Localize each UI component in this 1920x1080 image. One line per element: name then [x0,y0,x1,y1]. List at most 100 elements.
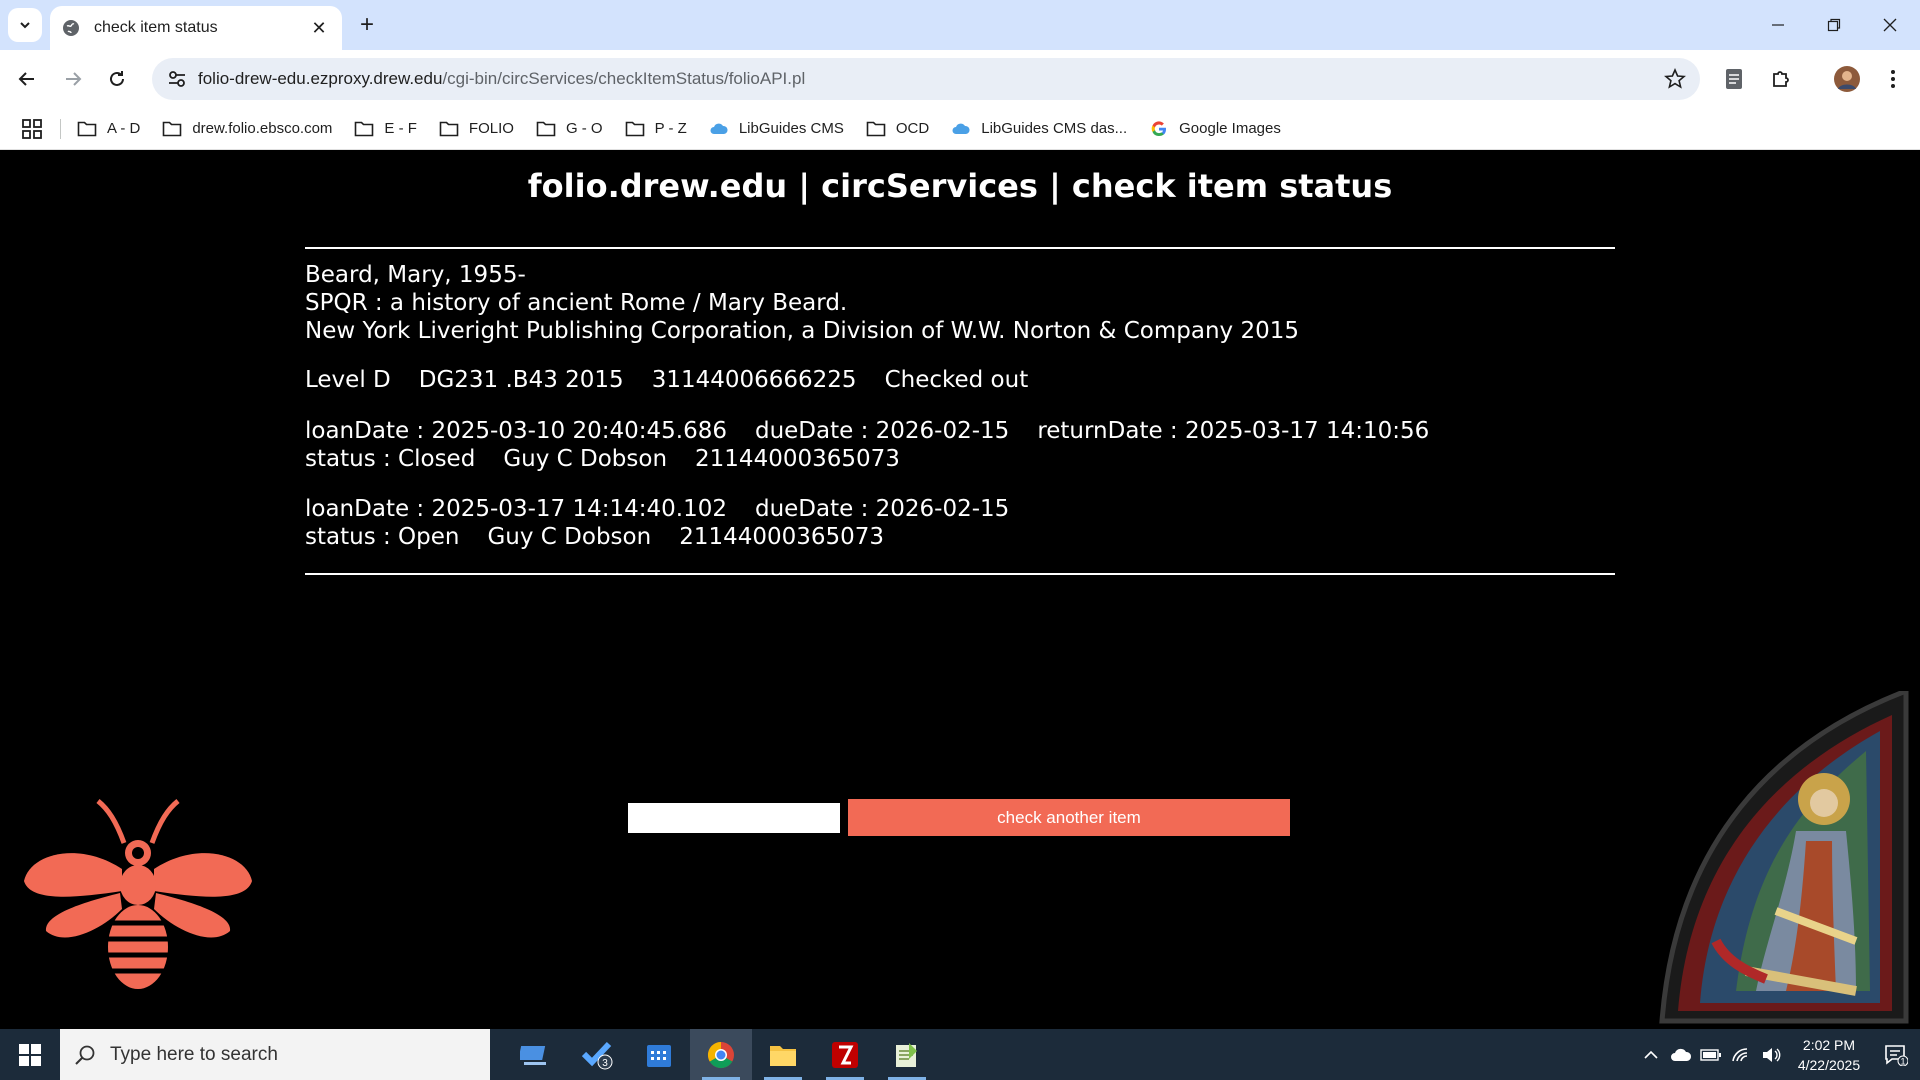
check-another-item-button[interactable]: check another item [848,799,1290,836]
tab-title: check item status [94,19,218,36]
bookmark-item[interactable]: OCD [866,120,929,138]
browser-toolbar: folio-drew-edu.ezproxy.drew.edu/cgi-bin/… [0,50,1920,108]
notification-icon: 1 [1885,1044,1908,1066]
item-call-number: DG231 .B43 2015 [418,367,624,393]
site-settings-icon[interactable] [166,68,188,90]
folder-app-icon [770,1045,796,1066]
loan-record-2: loanDate : 2025-03-17 14:14:40.102 dueDat… [305,495,1009,551]
network-tray-icon[interactable] [1726,1029,1756,1080]
loan-date: loanDate : 2025-03-17 14:14:40.102 [305,496,727,522]
taskbar-search-placeholder: Type here to search [110,1043,278,1065]
bookmark-star-icon[interactable] [1664,68,1686,90]
restore-button[interactable] [1806,0,1862,50]
folder-icon [439,120,459,138]
patron-barcode: 21144000365073 [679,524,885,550]
address-bar[interactable]: folio-drew-edu.ezproxy.drew.edu/cgi-bin/… [152,58,1700,100]
taskbar-app-chrome[interactable] [690,1029,752,1080]
folder-icon [162,120,182,138]
record-title: SPQR : a history of ancient Rome / Mary … [305,290,848,316]
bookmarks-separator [60,118,61,139]
bookmark-item[interactable]: P - Z [625,120,687,138]
bookmark-label: P - Z [654,120,687,137]
chrome-icon [707,1041,734,1068]
due-date: dueDate : 2026-02-15 [754,418,1010,444]
notification-center-button[interactable]: 1 [1872,1029,1920,1080]
search-icon [75,1045,95,1065]
puzzle-icon [1773,71,1789,87]
item-barcode-input[interactable] [626,800,842,835]
url-text[interactable]: folio-drew-edu.ezproxy.drew.edu/cgi-bin/… [198,69,1664,89]
bookmark-item[interactable]: A - D [77,120,140,138]
document-icon [1726,69,1742,89]
tab-close-icon[interactable]: ✕ [308,17,330,39]
tab-strip: check item status ✕ + [0,0,1920,50]
item-details: Level D DG231 .B43 2015 31144006666225 Chec… [305,366,1028,394]
close-icon [1883,18,1897,32]
calendar-icon [647,1044,671,1067]
volume-tray-icon[interactable] [1756,1029,1786,1080]
arrow-right-icon [66,72,82,86]
tab-search-button[interactable] [8,8,42,42]
battery-tray-icon[interactable] [1696,1029,1726,1080]
patron-name: Guy C Dobson [487,524,652,550]
battery-icon [1700,1048,1721,1061]
reading-mode-button[interactable] [1717,62,1751,96]
system-tray: 2:02 PM 4/22/2025 1 [1636,1029,1920,1080]
minimize-button[interactable] [1750,0,1806,50]
taskbar-app-file-explorer[interactable] [752,1029,814,1080]
close-window-button[interactable] [1862,0,1918,50]
taskbar-search-box[interactable]: Type here to search [60,1029,490,1080]
bookmark-item[interactable]: drew.folio.ebsco.com [162,120,332,138]
browser-menu-button[interactable] [1876,62,1910,96]
extensions-button[interactable] [1764,62,1798,96]
back-button[interactable] [10,62,44,96]
loan-record-1: loanDate : 2025-03-10 20:40:45.686 dueDat… [305,417,1429,473]
record-author: Beard, Mary, 1955- [305,262,526,288]
bookmark-item[interactable]: E - F [354,120,417,138]
browser-tab-active[interactable]: check item status ✕ [50,6,342,50]
terminal-app-icon [520,1045,546,1065]
patron-name: Guy C Dobson [503,446,668,472]
bookmark-item[interactable]: LibGuides CMS [709,120,844,138]
notification-badge: 1 [1900,1056,1905,1066]
bookmark-item[interactable]: FOLIO [439,120,514,138]
page-title: folio.drew.edu | circServices | check it… [527,167,1393,205]
divider-top [305,247,1615,249]
show-hidden-icons-button[interactable] [1636,1029,1666,1080]
loan-status: status : Open [305,524,460,550]
item-status: Checked out [884,367,1029,393]
apps-grid-icon[interactable] [20,117,44,141]
chevron-down-icon [20,22,30,29]
bookmark-item[interactable]: LibGuides CMS das... [951,120,1127,138]
bookmark-label: FOLIO [468,120,514,137]
onedrive-tray-icon[interactable] [1666,1029,1696,1080]
profile-avatar[interactable] [1830,62,1864,96]
start-button[interactable] [0,1029,60,1080]
taskbar-app-notepad[interactable] [876,1029,938,1080]
folder-icon [77,120,97,138]
bee-logo-icon [24,799,252,989]
forward-button[interactable] [56,62,90,96]
restore-icon [1827,18,1841,32]
taskbar-app-tasks[interactable]: 3 [566,1029,628,1080]
taskbar-app-filezilla[interactable] [814,1029,876,1080]
taskbar-clock[interactable]: 2:02 PM 4/22/2025 [1786,1035,1872,1075]
reload-icon [110,71,124,86]
url-path: /cgi-bin/circServices/checkItemStatus/fo… [442,69,806,88]
avatar-icon [1834,66,1860,92]
windows-taskbar: Type here to search 3 2:02 PM 4/22/2025 [0,1029,1920,1080]
bib-record: Beard, Mary, 1955- SPQR : a history of a… [305,261,1299,345]
bookmark-label: G - O [565,120,603,137]
taskbar-app-calendar[interactable] [628,1029,690,1080]
wifi-icon [1732,1047,1748,1061]
folder-icon [625,120,645,138]
minimize-icon [1772,24,1784,26]
loan-date: loanDate : 2025-03-10 20:40:45.686 [305,418,727,444]
item-location: Level D [305,367,391,393]
taskbar-app-terminal[interactable] [504,1029,566,1080]
reload-button[interactable] [100,62,134,96]
bookmark-item[interactable]: Google Images [1149,120,1281,138]
bookmark-label: E - F [384,120,417,137]
new-tab-button[interactable]: + [352,10,382,40]
bookmark-item[interactable]: G - O [536,120,603,138]
